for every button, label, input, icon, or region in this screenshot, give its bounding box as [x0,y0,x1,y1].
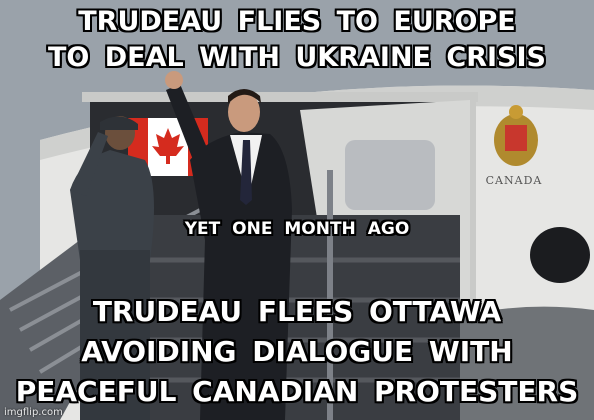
top-caption: TRUDEAU FLIES TO EUROPE TO DEAL WITH UKR… [0,4,594,76]
door-window [345,140,435,210]
top-caption-line-1: TRUDEAU FLIES TO EUROPE [78,6,516,37]
top-caption-line-2: TO DEAL WITH UKRAINE CRISIS [48,42,546,73]
middle-caption: YET ONE MONTH AGO [184,219,410,239]
meme-image: CANADA TRUDEAU FLIES TO EUROPE TO DEAL W… [0,0,594,420]
bottom-caption: TRUDEAU FLEES OTTAWA AVOIDING DIALOGUE W… [0,292,594,412]
bottom-caption-line-3: PEACEFUL CANADIAN PROTESTERS [15,375,579,408]
plane-canada-label: CANADA [486,174,543,187]
bottom-caption-line-1: TRUDEAU FLEES OTTAWA [92,295,502,328]
imgflip-watermark: imgflip.com [4,407,63,418]
bottom-caption-line-2: AVOIDING DIALOGUE WITH [81,335,513,368]
